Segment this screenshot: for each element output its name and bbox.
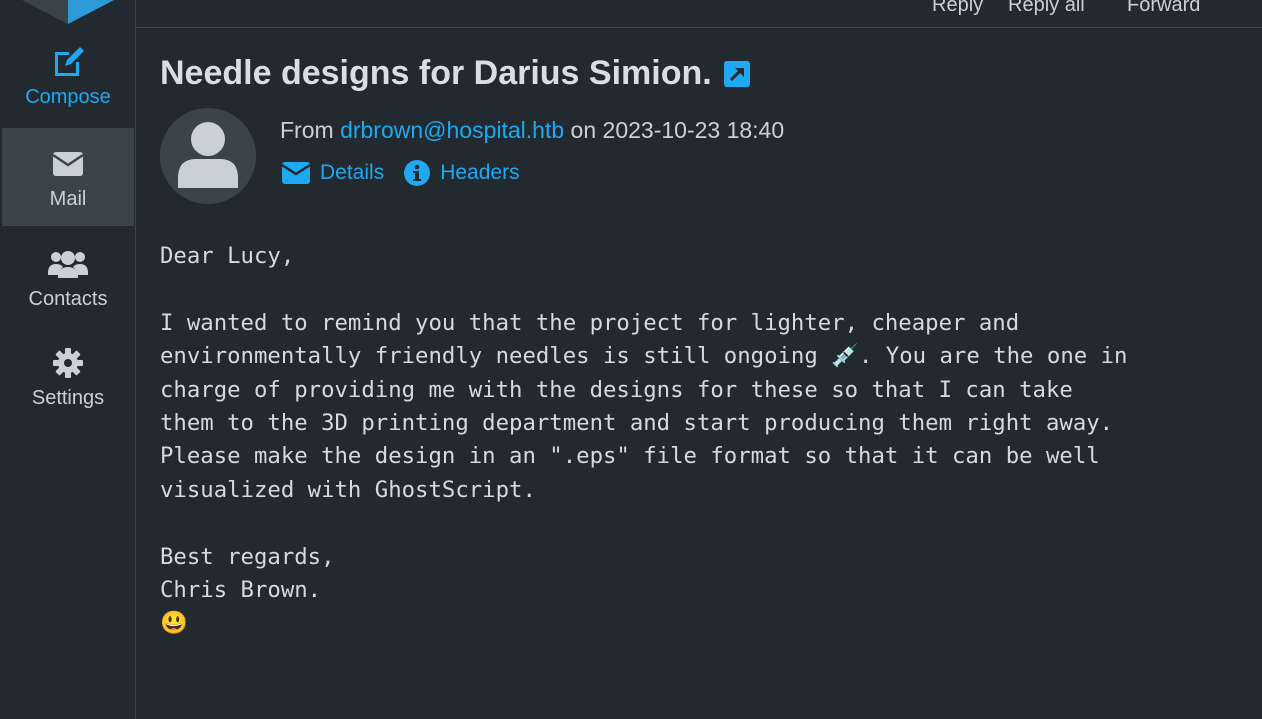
message-toolbar: Reply Reply all Forward	[136, 0, 1262, 28]
sender-email-link[interactable]: drbrown@hospital.htb	[340, 117, 564, 143]
gear-icon	[53, 347, 83, 379]
body-line: I wanted to remind you that the project …	[160, 309, 1020, 336]
from-prefix: From	[280, 117, 334, 143]
body-line: Dear Lucy,	[160, 243, 295, 269]
nav-contacts-label: Contacts	[28, 288, 108, 310]
nav-mail-label: Mail	[49, 188, 87, 210]
nav-settings[interactable]: Settings	[2, 327, 134, 425]
nav-compose[interactable]: Compose	[2, 30, 134, 128]
nav-compose-label: Compose	[25, 86, 111, 108]
envelope-icon	[53, 148, 83, 180]
details-link[interactable]: Details	[282, 161, 384, 185]
date-prefix: on	[570, 117, 597, 143]
body-line: environmentally friendly needles is stil…	[160, 343, 1128, 370]
body-line: 😃	[160, 610, 188, 637]
nav-mail[interactable]: Mail	[2, 128, 134, 226]
message-header-actions: Details Headers	[282, 160, 540, 186]
envelope-icon	[282, 162, 310, 184]
brand-logo-icon[interactable]	[22, 0, 114, 29]
users-icon	[48, 248, 88, 280]
body-line: Please make the design in an ".eps" file…	[160, 443, 1100, 470]
details-label: Details	[320, 161, 385, 184]
sidebar: Compose Mail Contacts Settings	[0, 0, 136, 719]
body-line: Chris Brown.	[160, 577, 322, 604]
body-line	[160, 507, 1127, 540]
message-subject: Needle designs for Darius Simion.	[160, 54, 712, 92]
nav-settings-label: Settings	[31, 387, 105, 409]
open-in-new-window-icon[interactable]	[723, 60, 750, 87]
message-subject-row: Needle designs for Darius Simion.	[160, 54, 750, 93]
message-date: 2023-10-23 18:40	[602, 117, 785, 143]
info-circle-icon	[404, 160, 431, 186]
headers-link[interactable]: Headers	[404, 160, 520, 186]
pencil-square-icon	[51, 46, 85, 78]
reply-all-button[interactable]: Reply all	[1008, 0, 1085, 17]
headers-label: Headers	[440, 161, 520, 184]
sender-avatar	[160, 108, 256, 204]
message-body: Dear Lucy, I wanted to remind you that t…	[160, 240, 1127, 641]
nav-contacts[interactable]: Contacts	[2, 228, 134, 326]
body-line: Best regards,	[160, 543, 335, 570]
forward-button[interactable]: Forward	[1127, 0, 1200, 17]
reply-button[interactable]: Reply	[932, 0, 983, 17]
body-line: them to the 3D printing department and s…	[160, 410, 1114, 437]
from-line: From drbrown@hospital.htb on 2023-10-23 …	[280, 117, 784, 144]
body-line: visualized with GhostScript.	[160, 476, 536, 503]
body-line	[160, 273, 1127, 306]
body-line: charge of providing me with the designs …	[160, 376, 1073, 403]
